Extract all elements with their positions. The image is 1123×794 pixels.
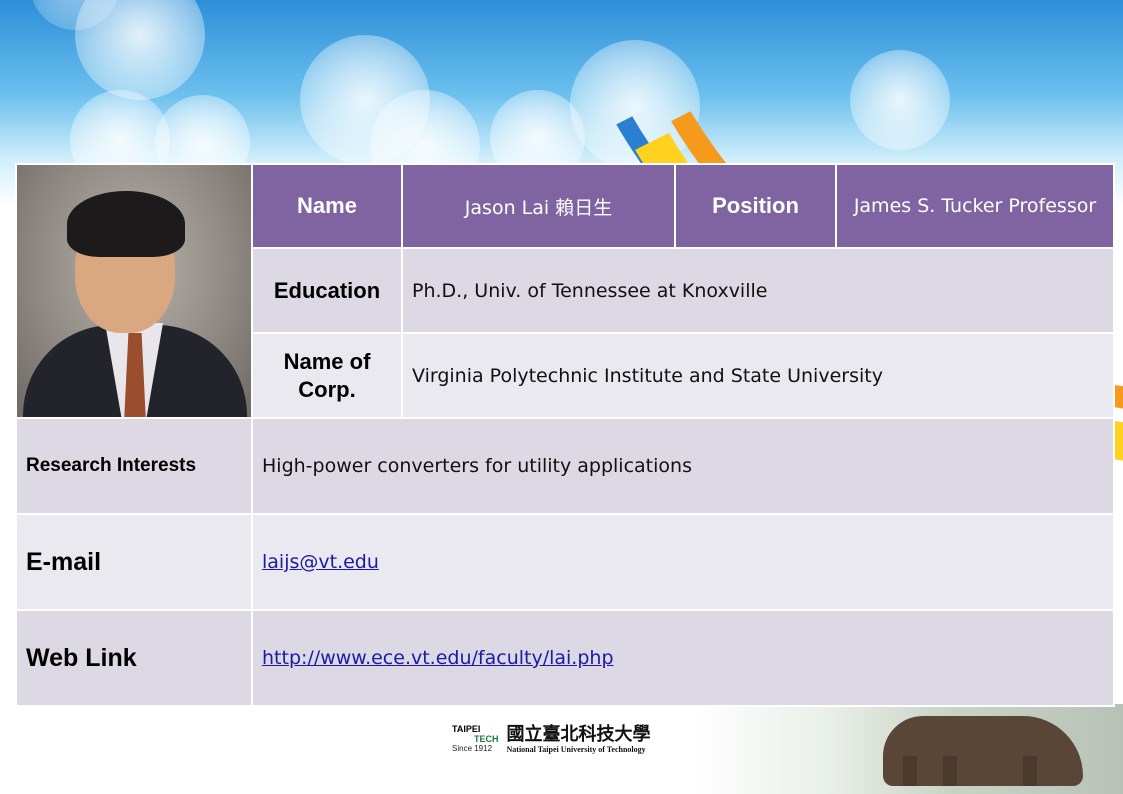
email-link[interactable]: laijs@vt.edu <box>262 551 379 573</box>
web-row: Web Link http://www.ece.vt.edu/faculty/l… <box>15 609 1115 707</box>
web-cell: http://www.ece.vt.edu/faculty/lai.php <box>251 609 1115 707</box>
university-name-zh: 國立臺北科技大學 <box>506 723 651 745</box>
position-label: Position <box>674 163 837 249</box>
profile-photo <box>15 163 253 419</box>
email-cell: laijs@vt.edu <box>251 513 1115 611</box>
since-text: Since 1912 <box>452 744 493 753</box>
logo-line2: TECH <box>474 734 499 744</box>
research-label: Research Interests <box>15 417 253 515</box>
research-row: Research Interests High-power converters… <box>15 417 1115 515</box>
logo-line1: TAIPEI <box>452 724 481 734</box>
university-name-en: National Taipei University of Technology <box>506 744 646 754</box>
name-row: Name Jason Lai 賴日生 Position James S. Tuc… <box>15 163 1115 419</box>
web-label: Web Link <box>15 609 253 707</box>
web-link[interactable]: http://www.ece.vt.edu/faculty/lai.php <box>262 647 614 669</box>
profile-table: Name Jason Lai 賴日生 Position James S. Tuc… <box>15 163 1115 707</box>
name-value: Jason Lai 賴日生 <box>401 163 676 249</box>
position-value: James S. Tucker Professor <box>835 163 1115 249</box>
email-label: E-mail <box>15 513 253 611</box>
corp-label: Name of Corp. <box>251 332 403 419</box>
taipei-tech-mark: TAIPEI TECH Since 1912 <box>452 724 499 754</box>
research-value: High-power converters for utility applic… <box>251 417 1115 515</box>
name-label: Name <box>251 163 403 249</box>
bull-statue <box>883 716 1083 786</box>
university-logo: TAIPEI TECH Since 1912 國立臺北科技大學 National… <box>452 724 651 754</box>
corp-value: Virginia Polytechnic Institute and State… <box>401 332 1115 419</box>
education-value: Ph.D., Univ. of Tennessee at Knoxville <box>401 247 1115 334</box>
education-label: Education <box>251 247 403 334</box>
email-row: E-mail laijs@vt.edu <box>15 513 1115 611</box>
